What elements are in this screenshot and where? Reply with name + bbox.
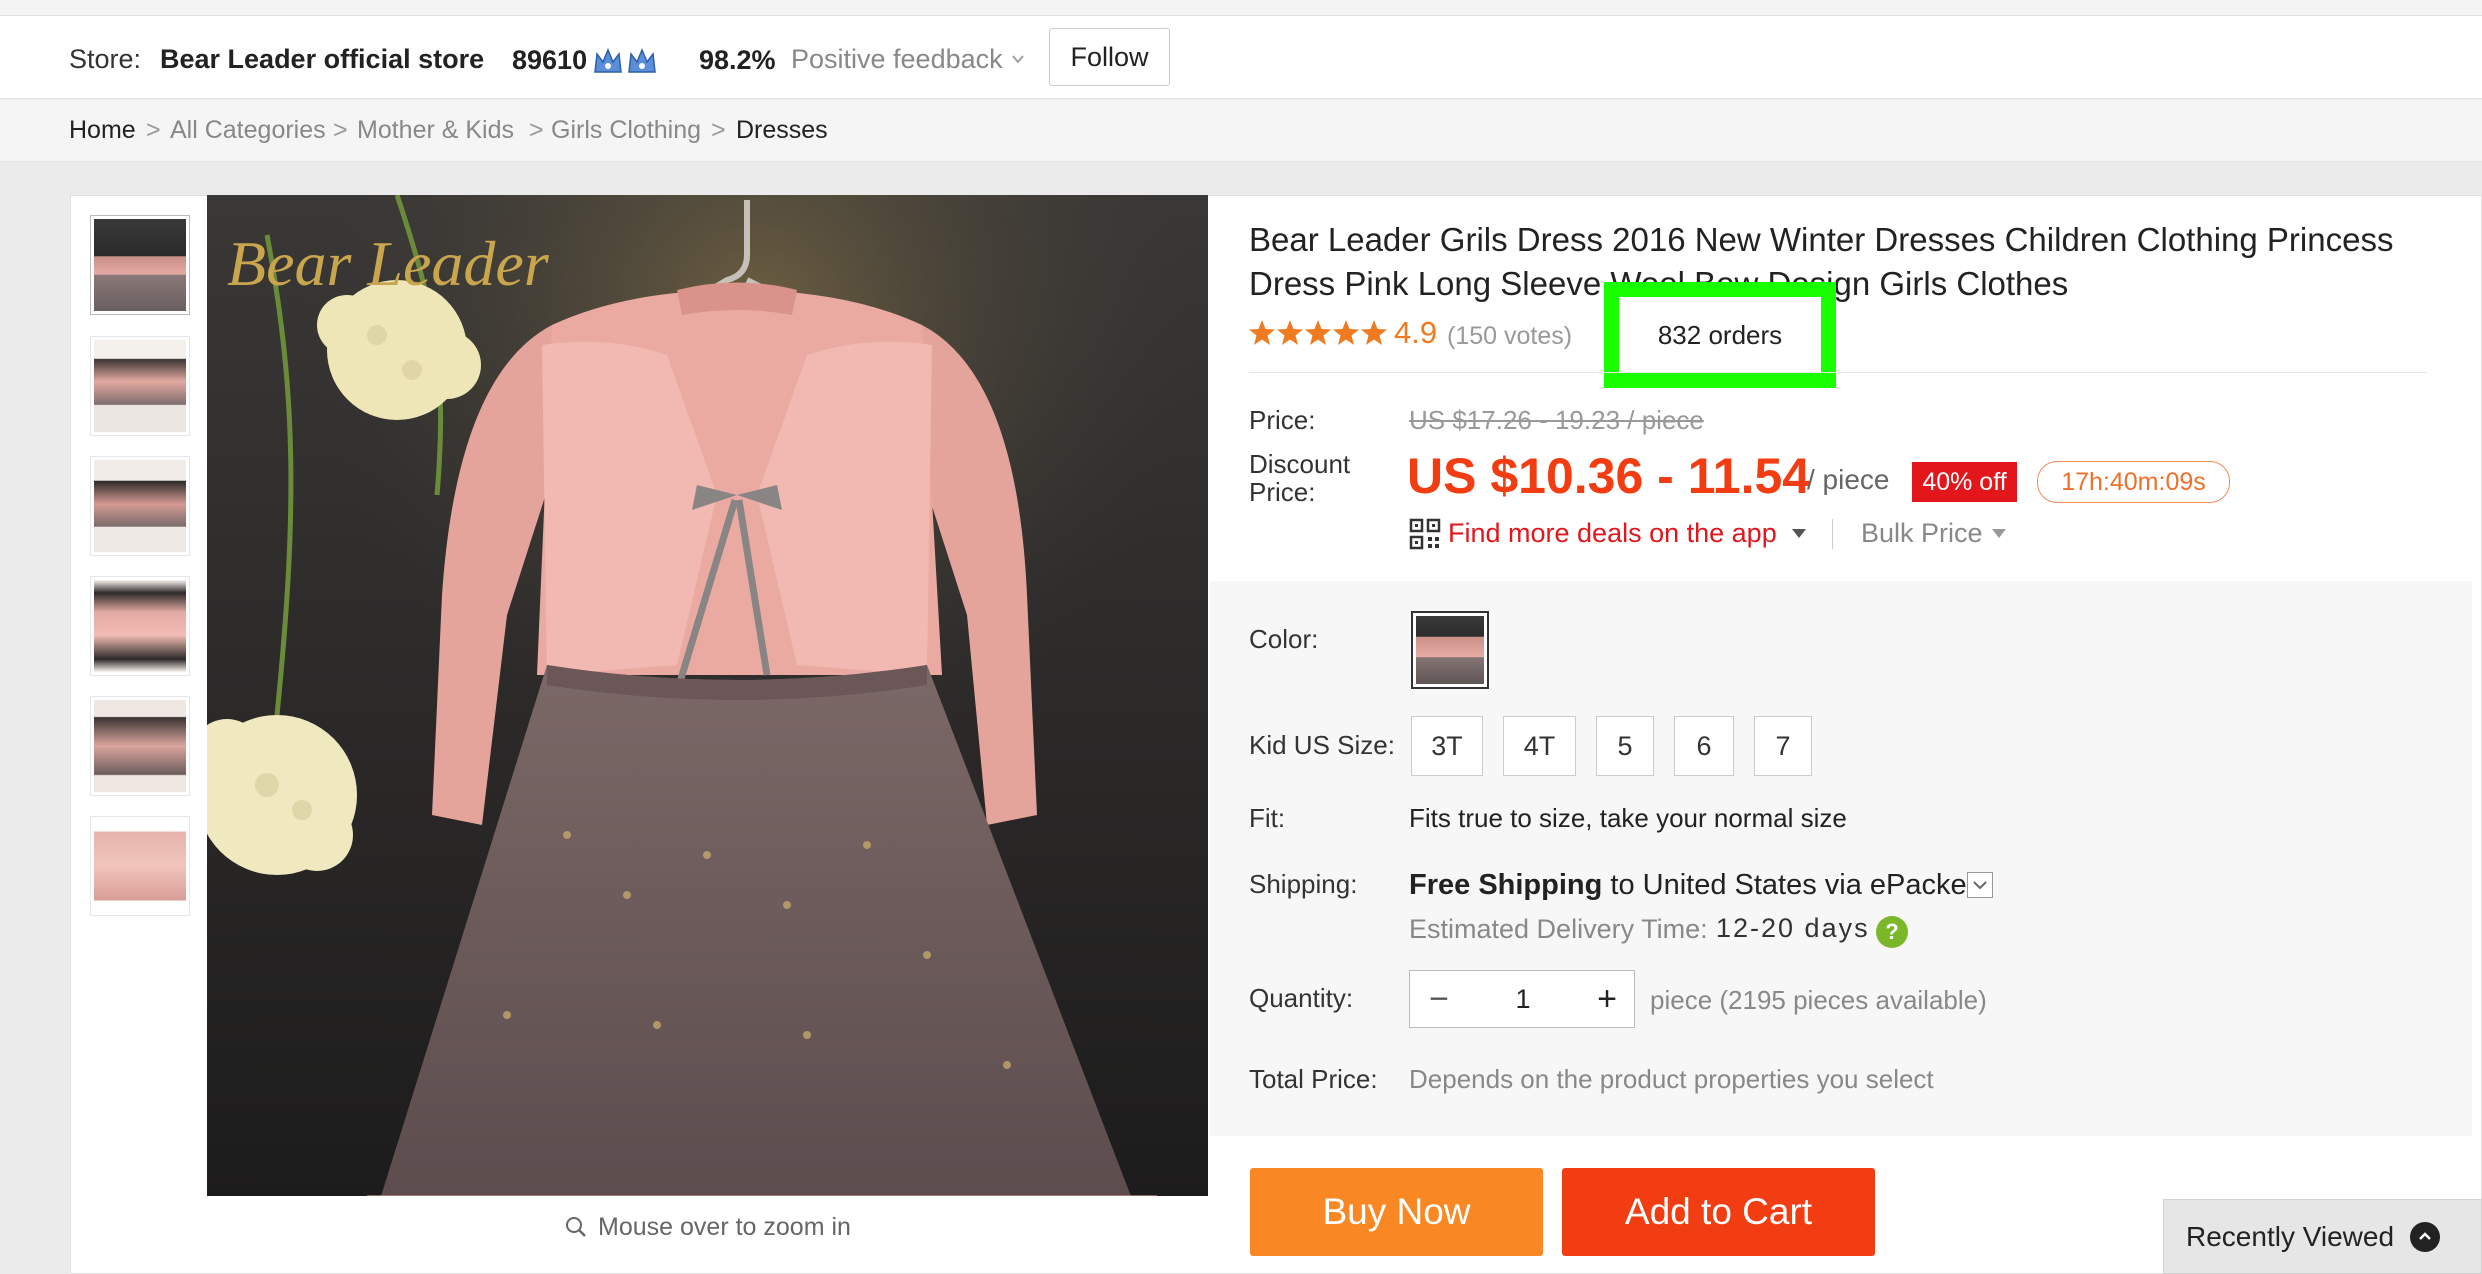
quantity-stepper: − 1 +	[1409, 970, 1635, 1028]
total-price-value: Depends on the product properties you se…	[1409, 1064, 1934, 1094]
buy-now-button[interactable]: Buy Now	[1250, 1168, 1543, 1256]
free-shipping-text: Free Shipping	[1409, 869, 1603, 901]
breadcrumb-separator: >	[711, 116, 726, 144]
fit-label: Fit:	[1249, 803, 1286, 833]
votes-count[interactable]: (150 votes)	[1447, 322, 1572, 351]
feedback-dropdown[interactable]: Positive feedback	[791, 44, 1003, 75]
product-photo: Bear Leader	[207, 195, 1208, 1196]
discount-badge: 40% off	[1912, 462, 2017, 502]
increase-quantity-button[interactable]: +	[1578, 971, 1636, 1027]
rating-value: 4.9	[1394, 315, 1438, 350]
add-to-cart-button[interactable]: Add to Cart	[1562, 1168, 1875, 1256]
chevron-down-icon[interactable]	[1011, 52, 1025, 66]
decrease-quantity-button[interactable]: −	[1410, 971, 1468, 1027]
breadcrumb-separator: >	[529, 116, 544, 144]
zoom-hint: Mouse over to zoom in	[207, 1196, 1208, 1258]
follow-button[interactable]: Follow	[1049, 28, 1170, 86]
product-main-image[interactable]: Bear Leader	[207, 195, 1208, 1196]
size-option[interactable]: 3T	[1411, 716, 1483, 776]
color-swatch[interactable]	[1411, 611, 1489, 689]
breadcrumb-all-categories[interactable]: All Categories	[170, 116, 326, 145]
gallery-thumbnail[interactable]	[90, 336, 190, 436]
gallery-thumbnail[interactable]	[90, 816, 190, 916]
original-price: US $17.26 - 19.23 / piece	[1409, 405, 1704, 435]
recently-viewed-label: Recently Viewed	[2186, 1220, 2395, 1252]
size-option[interactable]: 6	[1674, 716, 1734, 776]
discount-price: US $10.36 - 11.54	[1407, 448, 1811, 504]
shipping-info: Free Shipping to United States via ePack…	[1409, 869, 1975, 902]
store-label: Store:	[69, 44, 142, 74]
star-rating-icon	[1249, 320, 1387, 345]
price-label: Price:	[1249, 405, 1316, 435]
app-deals-link[interactable]: Find more deals on the app	[1448, 518, 1777, 549]
chevron-up-icon	[2410, 1221, 2441, 1252]
delivery-time-label: Estimated Delivery Time:	[1409, 914, 1708, 944]
breadcrumb-dresses[interactable]: Dresses	[736, 116, 828, 145]
top-utility-bar	[0, 0, 2482, 16]
fit-value: Fits true to size, take your normal size	[1409, 803, 1847, 833]
breadcrumb: Home > All Categories > Mother & Kids > …	[0, 100, 2482, 162]
store-bar: Store: Bear Leader official store 89610 …	[0, 16, 2482, 99]
available-quantity: piece (2195 pieces available)	[1650, 985, 1987, 1015]
size-option[interactable]: 4T	[1503, 716, 1576, 776]
price-unit: / piece	[1807, 464, 1890, 495]
breadcrumb-mother-kids[interactable]: Mother & Kids	[357, 116, 514, 145]
options-panel	[1210, 581, 2472, 1136]
size-label: Kid US Size:	[1249, 730, 1395, 760]
divider	[1249, 372, 2427, 373]
chevron-down-icon	[1973, 881, 1987, 890]
size-option[interactable]: 5	[1596, 716, 1654, 776]
store-score: 89610	[512, 45, 588, 75]
total-price-label: Total Price:	[1249, 1064, 1378, 1094]
zoom-hint-text: Mouse over to zoom in	[598, 1212, 851, 1241]
discount-price-label-2: Price:	[1249, 477, 1316, 507]
breadcrumb-girls-clothing[interactable]: Girls Clothing	[551, 116, 701, 145]
gallery-thumbnail[interactable]	[90, 576, 190, 676]
gallery-thumbnail[interactable]	[90, 215, 190, 315]
separator	[1832, 519, 1833, 549]
orders-count: 832 orders	[1657, 319, 1783, 350]
breadcrumb-home[interactable]: Home	[69, 116, 136, 145]
recently-viewed-tab[interactable]: Recently Viewed	[2163, 1199, 2482, 1274]
breadcrumb-separator: >	[333, 116, 348, 144]
color-label: Color:	[1249, 624, 1319, 654]
caret-down-icon[interactable]	[1792, 529, 1806, 539]
quantity-label: Quantity:	[1249, 983, 1354, 1013]
bulk-price-dropdown[interactable]: Bulk Price	[1861, 518, 1983, 549]
delivery-time-value: 12-20 days	[1716, 913, 1870, 943]
help-icon[interactable]: ?	[1876, 916, 1908, 948]
discount-price-label: Discount	[1249, 449, 1351, 479]
shipping-destination: to United States via ePacket	[1602, 869, 1975, 901]
feedback-percentage: 98.2%	[699, 45, 776, 75]
qr-code-icon[interactable]	[1409, 518, 1441, 550]
watermark-logo: Bear Leader	[227, 228, 550, 299]
countdown-timer: 17h:40m:09s	[2037, 461, 2230, 503]
shipping-label: Shipping:	[1249, 869, 1358, 899]
breadcrumb-separator: >	[146, 116, 161, 144]
caret-down-icon[interactable]	[1992, 529, 2006, 539]
shipping-dropdown[interactable]	[1967, 872, 1993, 898]
store-name-link[interactable]: Bear Leader official store	[160, 44, 484, 75]
crown-rank-icon	[594, 48, 656, 73]
gallery-thumbnail[interactable]	[90, 696, 190, 796]
size-option[interactable]: 7	[1754, 716, 1812, 776]
quantity-input[interactable]: 1	[1468, 971, 1578, 1027]
gallery-thumbnail[interactable]	[90, 456, 190, 556]
search-icon	[566, 1217, 586, 1237]
product-title: Bear Leader Grils Dress 2016 New Winter …	[1249, 221, 2394, 302]
